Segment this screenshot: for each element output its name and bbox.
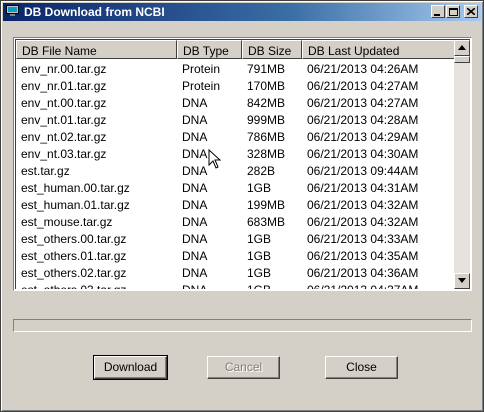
cell-last-updated: 06/21/2013 04:30AM bbox=[307, 147, 419, 161]
cell-file-name: est_human.00.tar.gz bbox=[21, 181, 130, 195]
list-item[interactable]: est_others.01.tar.gz DNA 1GB 06/21/2013 04:… bbox=[16, 247, 456, 264]
arrow-up-icon bbox=[458, 45, 466, 50]
cell-db-size: 1GB bbox=[247, 266, 272, 280]
scroll-down-button[interactable] bbox=[454, 273, 470, 289]
column-header-db-size[interactable]: DB Size bbox=[242, 40, 302, 59]
cell-db-type: DNA bbox=[182, 215, 208, 229]
cell-file-name: est_mouse.tar.gz bbox=[21, 215, 113, 229]
cell-db-type: DNA bbox=[182, 164, 208, 178]
cell-last-updated: 06/21/2013 04:32AM bbox=[307, 215, 419, 229]
cell-file-name: env_nr.01.tar.gz bbox=[21, 79, 107, 93]
cell-db-size: 1GB bbox=[247, 181, 272, 195]
window-title: DB Download from NCBI bbox=[24, 5, 165, 19]
list-item[interactable]: env_nt.00.tar.gz DNA 842MB 06/21/2013 04:27… bbox=[16, 94, 456, 111]
cell-file-name: est_others.01.tar.gz bbox=[21, 249, 127, 263]
vertical-scrollbar[interactable] bbox=[454, 40, 470, 289]
column-header-db-type[interactable]: DB Type bbox=[177, 40, 242, 59]
list-item[interactable]: est.tar.gz DNA 282B 06/21/2013 09:44AM bbox=[16, 162, 456, 179]
cell-last-updated: 06/21/2013 04:32AM bbox=[307, 198, 419, 212]
cell-last-updated: 06/21/2013 04:35AM bbox=[307, 249, 419, 263]
close-button[interactable]: Close bbox=[325, 356, 398, 379]
cell-db-type: DNA bbox=[182, 232, 208, 246]
list-item[interactable]: est_others.02.tar.gz DNA 1GB 06/21/2013 04:… bbox=[16, 264, 456, 281]
column-header-last-updated[interactable]: DB Last Updated bbox=[302, 40, 456, 59]
list-item[interactable]: est_human.00.tar.gz DNA 1GB 06/21/2013 04:3… bbox=[16, 179, 456, 196]
download-progress-bar bbox=[13, 319, 472, 332]
cell-file-name: est.tar.gz bbox=[21, 164, 70, 178]
cell-last-updated: 06/21/2013 04:26AM bbox=[307, 62, 419, 76]
cell-last-updated: 06/21/2013 09:44AM bbox=[307, 164, 419, 178]
cell-db-size: 170MB bbox=[247, 79, 286, 93]
list-item[interactable]: est_human.01.tar.gz DNA 199MB 06/21/2013 04… bbox=[16, 196, 456, 213]
list-item[interactable]: env_nr.01.tar.gz Protein 170MB 06/21/2013 0… bbox=[16, 77, 456, 94]
cell-db-type: DNA bbox=[182, 266, 208, 280]
cell-db-size: 683MB bbox=[247, 215, 286, 229]
cell-file-name: env_nt.02.tar.gz bbox=[21, 130, 107, 144]
cell-last-updated: 06/21/2013 04:27AM bbox=[307, 79, 419, 93]
cell-db-size: 282B bbox=[247, 164, 276, 178]
cell-file-name: est_others.03.tar.gz bbox=[21, 283, 126, 289]
list-item[interactable]: est_others.03.tar.gz DNA 1GB 06/21/2013 04:… bbox=[16, 281, 456, 289]
cell-last-updated: 06/21/2013 04:29AM bbox=[307, 130, 419, 144]
cancel-button: Cancel bbox=[207, 356, 280, 379]
list-header: DB File Name DB Type DB Size DB Last Upd… bbox=[16, 40, 456, 59]
cell-db-type: DNA bbox=[182, 181, 208, 195]
cell-db-size: 791MB bbox=[247, 62, 286, 76]
cell-db-size: 842MB bbox=[247, 96, 286, 110]
cell-db-type: Protein bbox=[182, 79, 221, 93]
scroll-up-button[interactable] bbox=[454, 40, 470, 56]
cell-db-size: 199MB bbox=[247, 198, 286, 212]
arrow-down-icon bbox=[458, 278, 466, 283]
list-item[interactable]: env_nr.00.tar.gz Protein 791MB 06/21/2013 0… bbox=[16, 60, 456, 77]
cell-db-type: Protein bbox=[182, 62, 221, 76]
cell-last-updated: 06/21/2013 04:27AM bbox=[307, 96, 419, 110]
maximize-button[interactable] bbox=[446, 5, 460, 18]
cell-file-name: env_nt.00.tar.gz bbox=[21, 96, 107, 110]
download-button[interactable]: Download bbox=[93, 355, 168, 380]
cell-db-type: DNA bbox=[182, 147, 208, 161]
cell-file-name: env_nt.01.tar.gz bbox=[21, 113, 107, 127]
cell-last-updated: 06/21/2013 04:28AM bbox=[307, 113, 419, 127]
cell-db-type: DNA bbox=[182, 283, 207, 289]
cell-db-type: DNA bbox=[182, 249, 208, 263]
cell-last-updated: 06/21/2013 04:36AM bbox=[307, 266, 419, 280]
cell-db-type: DNA bbox=[182, 198, 208, 212]
column-header-file-name[interactable]: DB File Name bbox=[16, 40, 177, 59]
list-rows: env_nr.00.tar.gz Protein 791MB 06/21/2013 0… bbox=[16, 60, 456, 289]
list-item[interactable]: env_nt.02.tar.gz DNA 786MB 06/21/2013 04:29… bbox=[16, 128, 456, 145]
list-item[interactable]: est_mouse.tar.gz DNA 683MB 06/21/2013 04:32… bbox=[16, 213, 456, 230]
cell-db-size: 1GB bbox=[247, 232, 272, 246]
close-icon bbox=[467, 8, 475, 15]
cell-db-type: DNA bbox=[182, 113, 208, 127]
cell-db-size: 786MB bbox=[247, 130, 286, 144]
cell-db-type: DNA bbox=[182, 130, 208, 144]
cell-file-name: est_human.01.tar.gz bbox=[21, 198, 130, 212]
cell-last-updated: 06/21/2013 04:31AM bbox=[307, 181, 419, 195]
cell-last-updated: 06/21/2013 04:33AM bbox=[307, 232, 419, 246]
cell-file-name: est_others.02.tar.gz bbox=[21, 266, 127, 280]
close-window-button[interactable] bbox=[464, 5, 478, 18]
title-bar[interactable]: DB Download from NCBI bbox=[3, 3, 481, 21]
minimize-icon bbox=[434, 14, 440, 16]
scroll-thumb[interactable] bbox=[454, 56, 470, 63]
app-monitor-icon bbox=[6, 5, 19, 16]
list-item[interactable]: env_nt.01.tar.gz DNA 999MB 06/21/2013 04:28… bbox=[16, 111, 456, 128]
dialog-window: DB Download from NCBI DB File Name DB Ty… bbox=[0, 0, 484, 412]
cell-db-size: 999MB bbox=[247, 113, 286, 127]
cell-db-size: 1GB bbox=[247, 249, 272, 263]
cell-db-size: 328MB bbox=[247, 147, 286, 161]
list-item[interactable]: env_nt.03.tar.gz DNA 328MB 06/21/2013 04:30… bbox=[16, 145, 456, 162]
maximize-icon bbox=[449, 8, 458, 16]
cell-last-updated: 06/21/2013 04:37AM bbox=[307, 283, 418, 289]
minimize-button[interactable] bbox=[431, 5, 445, 18]
cell-file-name: est_others.00.tar.gz bbox=[21, 232, 127, 246]
mouse-cursor-icon bbox=[208, 149, 221, 169]
cell-db-type: DNA bbox=[182, 96, 208, 110]
cell-file-name: env_nt.03.tar.gz bbox=[21, 147, 107, 161]
db-file-list[interactable]: DB File Name DB Type DB Size DB Last Upd… bbox=[13, 37, 472, 291]
cell-file-name: env_nr.00.tar.gz bbox=[21, 62, 107, 76]
cell-db-size: 1GB bbox=[247, 283, 271, 289]
list-item[interactable]: est_others.00.tar.gz DNA 1GB 06/21/2013 04:… bbox=[16, 230, 456, 247]
